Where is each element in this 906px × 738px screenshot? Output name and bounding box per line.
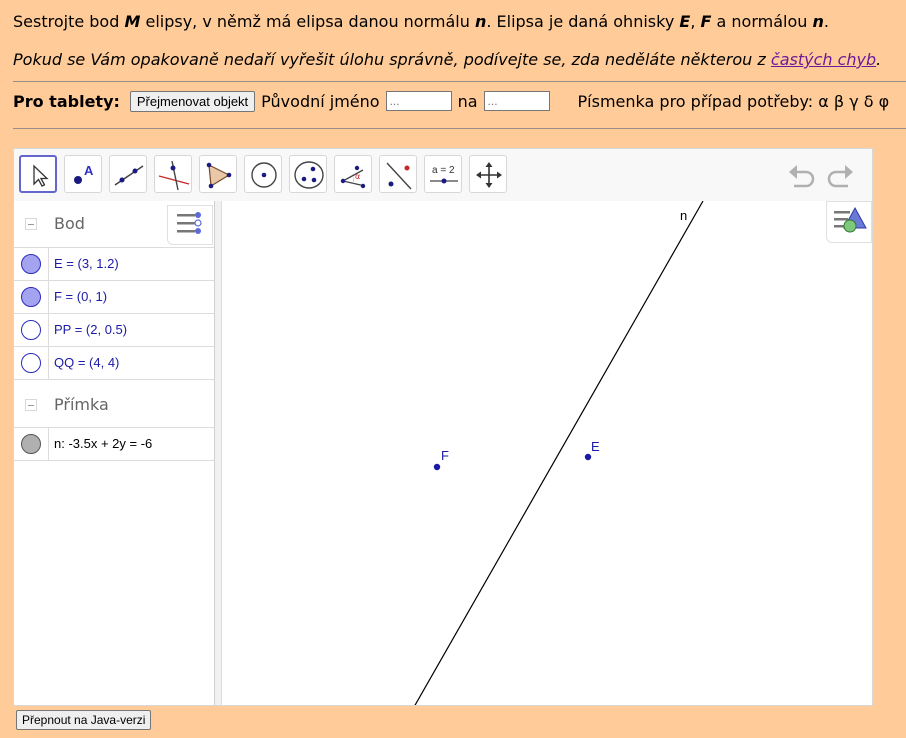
to-label: na: [457, 91, 478, 111]
graphics-style-button[interactable]: [826, 201, 872, 243]
line-icon: [114, 165, 144, 186]
algebra-settings-icon: [177, 212, 202, 234]
move-arrows-icon: [476, 162, 502, 188]
reflect-icon: [386, 162, 412, 190]
visibility-toggle[interactable]: [21, 434, 41, 454]
point-tool-button[interactable]: A: [64, 155, 102, 193]
angle-tool-button[interactable]: α: [334, 155, 372, 193]
object-definition: QQ = (4, 4): [54, 355, 120, 370]
point-e[interactable]: [584, 453, 592, 461]
tablet-controls: Pro tablety: Přejmenovat objekt Původní …: [13, 90, 889, 112]
slider-icon: a = 2: [430, 165, 458, 184]
circle-icon: [251, 162, 277, 188]
redo-icon[interactable]: [824, 161, 856, 189]
object-definition: PP = (2, 0.5): [54, 322, 128, 337]
collapse-icon[interactable]: [25, 218, 37, 230]
tablet-label: Pro tablety:: [13, 91, 120, 111]
divider: [13, 128, 906, 129]
visibility-toggle[interactable]: [21, 320, 41, 340]
original-name-input[interactable]: [385, 91, 452, 111]
category-name: Bod: [54, 214, 85, 233]
algebra-row[interactable]: F = (0, 1): [14, 280, 214, 314]
algebra-menu-button[interactable]: [167, 205, 213, 245]
algebra-view: Bod E = (3, 1.2) F = (0, 1) PP = (2, 0.5…: [14, 201, 215, 705]
style-bar-icon: [834, 206, 867, 233]
polygon-icon: [206, 162, 232, 189]
algebra-row[interactable]: E = (3, 1.2): [14, 247, 214, 281]
algebra-row[interactable]: QQ = (4, 4): [14, 346, 214, 380]
graphics-canvas[interactable]: n E F: [222, 200, 873, 706]
algebra-row[interactable]: PP = (2, 0.5): [14, 313, 214, 347]
object-definition: F = (0, 1): [54, 289, 108, 304]
greek-letters: Písmenka pro případ potřeby: α β γ δ φ: [577, 91, 890, 111]
slider-tool-button[interactable]: a = 2: [424, 155, 462, 193]
svg-text:α: α: [355, 172, 360, 181]
point-icon: A: [74, 163, 94, 184]
new-name-input[interactable]: [483, 91, 550, 111]
line-tool-button[interactable]: [109, 155, 147, 193]
graphics-view[interactable]: n E F: [222, 200, 873, 706]
visibility-toggle[interactable]: [21, 287, 41, 307]
line-n-label: n: [680, 208, 687, 223]
svg-text:A: A: [84, 163, 94, 178]
algebra-row[interactable]: n: -3.5x + 2y = -6: [14, 427, 214, 461]
point-f-label: F: [441, 448, 449, 463]
undo-icon[interactable]: [786, 161, 818, 189]
task-statement: Sestrojte bod M elipsy, v němž má elipsa…: [13, 12, 829, 31]
line-n[interactable]: [414, 200, 704, 706]
original-name-label: Původní jméno: [261, 91, 380, 111]
separator: [14, 379, 214, 381]
angle-icon: α: [340, 165, 366, 189]
polygon-tool-button[interactable]: [199, 155, 237, 193]
visibility-toggle[interactable]: [21, 254, 41, 274]
visibility-toggle[interactable]: [21, 353, 41, 373]
point-f[interactable]: [433, 463, 441, 471]
divider: [13, 81, 906, 82]
geogebra-applet: A α a = 2 Bod E = (3, 1.2) F = (0, 1) PP…: [13, 148, 873, 706]
circle-tool-button[interactable]: [244, 155, 282, 193]
point-e-label: E: [591, 439, 600, 454]
ellipse-icon: [294, 161, 324, 189]
panel-splitter[interactable]: [215, 201, 222, 705]
reflect-tool-button[interactable]: [379, 155, 417, 193]
hint-text: Pokud se Vám opakovaně nedaří vyřešit úl…: [13, 50, 882, 69]
category-header[interactable]: Přímka: [14, 382, 214, 428]
conic-tool-button[interactable]: [289, 155, 327, 193]
object-definition: n: -3.5x + 2y = -6: [54, 436, 153, 451]
move-graphics-tool-button[interactable]: [469, 155, 507, 193]
common-mistakes-link[interactable]: častých chyb: [771, 50, 876, 69]
toolbar: A α a = 2: [14, 149, 872, 202]
perpendicular-line-icon: [158, 160, 190, 191]
slider-label: a = 2: [432, 165, 455, 176]
rename-object-button[interactable]: Přejmenovat objekt: [129, 90, 256, 112]
object-definition: E = (3, 1.2): [54, 256, 119, 271]
move-tool-button[interactable]: [19, 155, 57, 193]
java-version-button[interactable]: Přepnout na Java-verzi: [16, 710, 152, 730]
perpendicular-tool-button[interactable]: [154, 155, 192, 193]
category-name: Přímka: [54, 395, 109, 414]
arrow-cursor-icon: [33, 164, 49, 187]
collapse-icon[interactable]: [25, 399, 37, 411]
